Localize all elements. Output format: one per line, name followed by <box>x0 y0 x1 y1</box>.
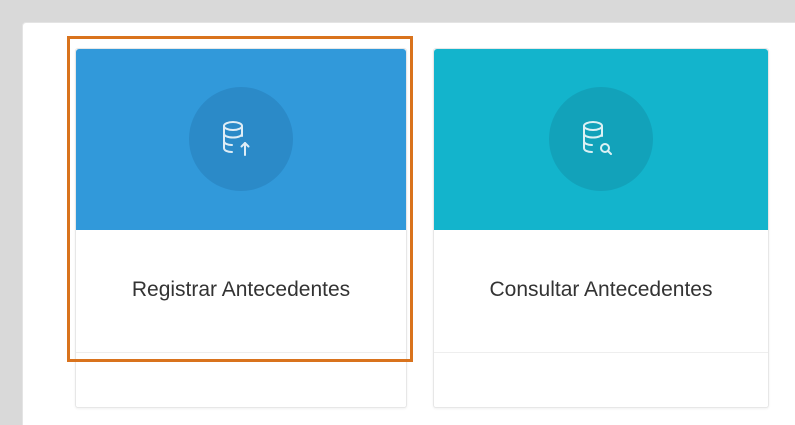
card-footer <box>76 352 406 407</box>
card-header <box>434 49 768 230</box>
database-upload-icon <box>223 121 250 156</box>
consultar-antecedentes-card[interactable]: Consultar Antecedentes <box>433 48 769 408</box>
card-header <box>76 49 406 230</box>
card-title: Consultar Antecedentes <box>489 278 713 301</box>
card-footer <box>434 352 768 407</box>
database-search-icon <box>583 121 612 155</box>
registrar-antecedentes-card[interactable]: Registrar Antecedentes <box>75 48 407 408</box>
card-title: Registrar Antecedentes <box>131 278 351 301</box>
icon-circle <box>549 87 653 191</box>
icon-circle <box>189 87 293 191</box>
